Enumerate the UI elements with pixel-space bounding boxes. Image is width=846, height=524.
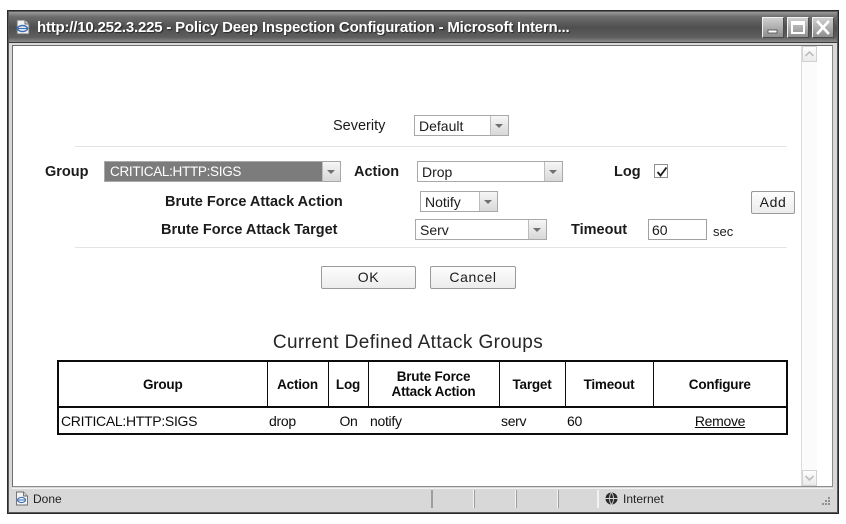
close-button[interactable] <box>812 16 834 38</box>
deep-inspection-form: Severity Default Group CRITICAL:HTTP:SIG… <box>13 46 803 486</box>
brute-force-action-value: Notify <box>425 193 461 210</box>
cell-brute-force-attack-action: notify <box>370 412 402 429</box>
severity-value: Default <box>419 117 464 134</box>
header-line-1: Group <box>143 376 183 392</box>
group-value: CRITICAL:HTTP:SIGS <box>105 162 322 181</box>
timeout-label: Timeout <box>571 222 628 238</box>
severity-label: Severity <box>333 118 386 134</box>
browser-window: http://10.252.3.225 - Policy Deep Inspec… <box>8 11 838 513</box>
header-line-1: Log <box>335 376 361 392</box>
ie-page-icon <box>15 19 31 35</box>
attack-groups-table: Group Action Log Brute Force Attack Acti… <box>57 360 788 435</box>
cell-log: On <box>339 412 358 429</box>
cell-timeout: 60 <box>567 412 582 429</box>
cell-action: drop <box>269 412 296 429</box>
chevron-down-icon <box>804 475 815 482</box>
status-pane-4 <box>558 489 598 508</box>
cell-target: serv <box>501 412 527 429</box>
action-select[interactable]: Drop <box>417 161 563 182</box>
brute-force-target-select[interactable]: Serv <box>415 219 547 240</box>
form-divider-top <box>75 146 787 147</box>
vertical-scrollbar[interactable] <box>801 46 817 486</box>
table-heading: Current Defined Attack Groups <box>272 332 544 353</box>
timeout-input[interactable]: 60 <box>648 219 707 240</box>
table-header-row: Group Action Log Brute Force Attack Acti… <box>59 362 786 408</box>
column-header-group: Group <box>59 362 268 408</box>
chevron-down-icon[interactable] <box>479 192 497 211</box>
chevron-down-icon[interactable] <box>544 162 562 181</box>
window-titlebar[interactable]: http://10.252.3.225 - Policy Deep Inspec… <box>9 12 837 43</box>
brute-force-action-label: Brute Force Attack Action <box>165 194 343 210</box>
web-page-content: Severity Default Group CRITICAL:HTTP:SIG… <box>13 46 817 486</box>
column-header-target: Target <box>499 362 566 408</box>
brute-force-action-select[interactable]: Notify <box>420 191 498 212</box>
remove-link[interactable]: Remove <box>695 413 746 429</box>
chevron-down-icon[interactable] <box>490 116 508 135</box>
chevron-up-icon <box>804 50 815 57</box>
column-header-brute-force-attack-action: Brute Force Attack Action <box>368 362 500 408</box>
browser-client-area: Severity Default Group CRITICAL:HTTP:SIG… <box>12 45 833 487</box>
chevron-down-icon[interactable] <box>322 162 340 181</box>
page-icon <box>15 491 29 506</box>
status-bar: Done Internet <box>12 488 833 508</box>
brute-force-target-value: Serv <box>420 221 449 238</box>
column-header-configure: Configure <box>653 362 786 408</box>
zone-text: Internet <box>623 491 664 506</box>
brute-force-target-label: Brute Force Attack Target <box>161 222 338 238</box>
globe-icon <box>604 491 619 506</box>
status-pane-2 <box>474 489 516 508</box>
column-header-timeout: Timeout <box>565 362 654 408</box>
resize-grip[interactable] <box>819 490 833 508</box>
timeout-unit-label: sec <box>713 224 734 239</box>
check-icon <box>656 166 668 177</box>
window-title: http://10.252.3.225 - Policy Deep Inspec… <box>37 18 570 36</box>
group-label: Group <box>45 164 89 180</box>
table-row: CRITICAL:HTTP:SIGS drop On notify serv 6… <box>59 407 786 433</box>
action-value: Drop <box>422 163 453 180</box>
status-pane-state: Done <box>12 489 432 508</box>
status-text: Done <box>33 491 62 506</box>
severity-select[interactable]: Default <box>414 115 509 136</box>
header-line-1: Configure <box>688 376 751 392</box>
form-divider-bottom <box>75 247 787 248</box>
header-line-1: Brute Force <box>396 369 471 384</box>
chevron-down-icon[interactable] <box>528 220 546 239</box>
header-line-1: Action <box>277 376 318 392</box>
column-header-action: Action <box>267 362 329 408</box>
status-pane-1 <box>432 489 474 508</box>
column-header-log: Log <box>328 362 369 408</box>
log-checkbox[interactable] <box>654 164 668 178</box>
cell-group: CRITICAL:HTTP:SIGS <box>61 412 198 429</box>
header-line-2: Attack Action <box>391 384 476 399</box>
status-pane-3 <box>516 489 558 508</box>
maximize-button[interactable] <box>787 16 809 38</box>
header-line-1: Target <box>512 376 552 392</box>
header-line-1: Timeout <box>583 376 635 392</box>
cell-configure: Remove <box>653 407 786 433</box>
status-pane-zone: Internet <box>598 489 819 508</box>
group-select[interactable]: CRITICAL:HTTP:SIGS <box>104 161 341 182</box>
add-button[interactable]: Add <box>751 191 795 214</box>
cancel-button[interactable]: Cancel <box>430 266 516 289</box>
action-label: Action <box>354 164 400 180</box>
minimize-button[interactable] <box>762 16 784 38</box>
ok-button[interactable]: OK <box>321 266 416 289</box>
scroll-up-arrow-button[interactable] <box>802 46 817 62</box>
log-label: Log <box>614 164 641 180</box>
scroll-down-arrow-button[interactable] <box>802 470 817 486</box>
